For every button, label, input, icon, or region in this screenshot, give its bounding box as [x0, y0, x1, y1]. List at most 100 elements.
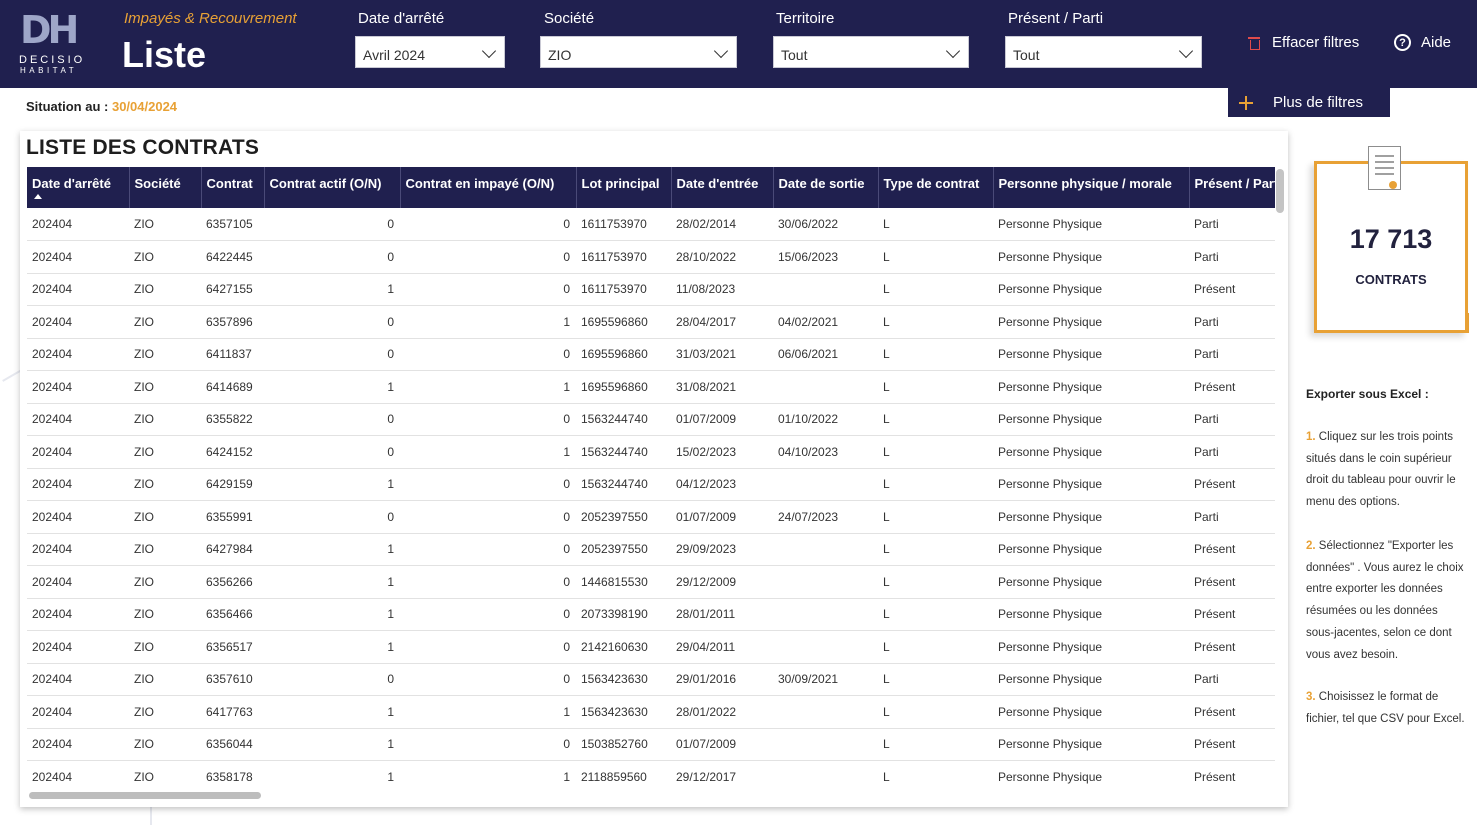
table-scroll-area[interactable]: Date d'arrêté Société Contrat Contrat ac… — [27, 167, 1275, 791]
table-cell: 2142160630 — [576, 630, 671, 664]
column-header-present-parti[interactable]: Présent / Parti — [1189, 167, 1275, 208]
plus-icon — [1239, 95, 1253, 110]
table-cell: L — [878, 663, 993, 696]
step-number: 2. — [1306, 540, 1316, 552]
table-row[interactable]: 202404 ZIO 6427155 1 0 1611753970 11/08/2023 L P… — [27, 273, 1275, 306]
table-cell: 0 — [400, 403, 576, 436]
table-row[interactable]: 202404 ZIO 6427984 1 0 2052397550 29/09/2023 L P… — [27, 533, 1275, 566]
table-cell: 202404 — [27, 305, 129, 339]
table-cell: Personne Physique — [993, 468, 1189, 501]
table-cell: 6422445 — [201, 240, 264, 274]
table-cell: 1563244740 — [576, 403, 671, 436]
table-cell: 28/10/2022 — [671, 240, 773, 274]
table-cell — [773, 565, 878, 599]
column-header-date-entree[interactable]: Date d'entrée — [671, 167, 774, 208]
table-cell: ZIO — [129, 565, 201, 599]
table-cell: L — [878, 240, 993, 274]
vertical-scrollbar[interactable] — [1276, 169, 1284, 213]
help-button[interactable]: ? Aide — [1394, 34, 1451, 51]
page-title: Liste — [122, 34, 207, 75]
table-row[interactable]: 202404 ZIO 6357610 0 0 1563423630 29/01/2016 30… — [27, 663, 1275, 696]
table-cell: L — [878, 533, 993, 566]
column-header-contrat[interactable]: Contrat — [201, 167, 265, 208]
table-cell: Personne Physique — [993, 500, 1189, 534]
horizontal-scrollbar[interactable] — [29, 792, 261, 799]
territoire-dropdown[interactable]: Tout — [773, 36, 969, 68]
table-cell: Personne Physique — [993, 273, 1189, 306]
column-header-personne[interactable]: Personne physique / morale — [993, 167, 1190, 208]
column-header-lot-principal[interactable]: Lot principal — [576, 167, 672, 208]
column-header-date-arrete[interactable]: Date d'arrêté — [27, 167, 130, 208]
table-row[interactable]: 202404 ZIO 6424152 0 1 1563244740 15/02/2023 04… — [27, 435, 1275, 469]
table-row[interactable]: 202404 ZIO 6356517 1 0 2142160630 29/04/2011 L P… — [27, 630, 1275, 664]
table-cell: 1 — [264, 533, 400, 566]
column-header-societe[interactable]: Société — [129, 167, 202, 208]
table-cell: 202404 — [27, 695, 129, 729]
dropdown-value: ZIO — [548, 47, 572, 63]
table-cell: 31/08/2021 — [671, 370, 773, 404]
date-arrete-dropdown[interactable]: Avril 2024 — [355, 36, 505, 68]
table-cell: 6358178 — [201, 760, 264, 791]
table-cell: 1 — [264, 695, 400, 729]
table-cell: L — [878, 403, 993, 436]
table-cell: L — [878, 598, 993, 631]
table-cell: 28/04/2017 — [671, 305, 773, 339]
table-cell: 0 — [400, 208, 576, 241]
table-cell: Personne Physique — [993, 565, 1189, 599]
table-cell: 202404 — [27, 500, 129, 534]
table-row[interactable]: 202404 ZIO 6355822 0 0 1563244740 01/07/2009 01… — [27, 403, 1275, 436]
more-filters-button[interactable]: Plus de filtres — [1228, 88, 1390, 117]
table-cell: 0 — [264, 338, 400, 371]
chevron-down-icon — [1178, 43, 1194, 59]
dropdown-value: Tout — [781, 47, 808, 63]
table-row[interactable]: 202404 ZIO 6358178 1 1 2118859560 29/12/2017 L P… — [27, 760, 1275, 791]
table-row[interactable]: 202404 ZIO 6355991 0 0 2052397550 01/07/2009 24… — [27, 500, 1275, 534]
table-cell: 1 — [264, 565, 400, 599]
table-cell: 29/12/2017 — [671, 760, 773, 791]
table-cell: Présent — [1189, 598, 1275, 631]
table-cell: Parti — [1189, 305, 1275, 339]
table-row[interactable]: 202404 ZIO 6357105 0 0 1611753970 28/02/2014 30… — [27, 208, 1275, 241]
filter-date-arrete: Date d'arrêté Avril 2024 — [355, 10, 505, 68]
table-cell: Personne Physique — [993, 728, 1189, 761]
table-cell: 1611753970 — [576, 273, 671, 306]
clear-filters-button[interactable]: Effacer filtres — [1248, 34, 1359, 51]
column-header-date-sortie[interactable]: Date de sortie — [773, 167, 879, 208]
table-cell: 24/07/2023 — [773, 500, 878, 534]
table-cell: ZIO — [129, 403, 201, 436]
table-cell: 15/06/2023 — [773, 240, 878, 274]
table-row[interactable]: 202404 ZIO 6414689 1 1 1695596860 31/08/2021 L P… — [27, 370, 1275, 404]
table-cell: 0 — [264, 435, 400, 469]
column-header-contrat-impaye[interactable]: Contrat en impayé (O/N) — [400, 167, 577, 208]
table-cell: 15/02/2023 — [671, 435, 773, 469]
table-row[interactable]: 202404 ZIO 6357896 0 1 1695596860 28/04/2017 04… — [27, 305, 1275, 339]
table-cell: 1611753970 — [576, 240, 671, 274]
present-parti-dropdown[interactable]: Tout — [1005, 36, 1202, 68]
table-row[interactable]: 202404 ZIO 6356266 1 0 1446815530 29/12/2009 L P… — [27, 565, 1275, 599]
table-cell: Personne Physique — [993, 630, 1189, 664]
table-row[interactable]: 202404 ZIO 6429159 1 0 1563244740 04/12/2023 L P… — [27, 468, 1275, 501]
table-cell: 1563244740 — [576, 435, 671, 469]
column-header-type-contrat[interactable]: Type de contrat — [878, 167, 994, 208]
table-cell: 29/09/2023 — [671, 533, 773, 566]
table-row[interactable]: 202404 ZIO 6417763 1 1 1563423630 28/01/2022 L P… — [27, 695, 1275, 729]
table-cell: 1695596860 — [576, 305, 671, 339]
step-number: 1. — [1306, 431, 1316, 443]
table-row[interactable]: 202404 ZIO 6356044 1 0 1503852760 01/07/2009 L P… — [27, 728, 1275, 761]
table-row[interactable]: 202404 ZIO 6411837 0 0 1695596860 31/03/2021 06… — [27, 338, 1275, 371]
table-cell: 6355991 — [201, 500, 264, 534]
table-cell: 202404 — [27, 208, 129, 241]
help-icon: ? — [1394, 34, 1411, 51]
table-cell: 6356044 — [201, 728, 264, 761]
table-cell: 0 — [400, 565, 576, 599]
kpi-value: 17 713 — [1349, 224, 1433, 254]
table-cell: 202404 — [27, 435, 129, 469]
table-cell: L — [878, 760, 993, 791]
table-cell: 1503852760 — [576, 728, 671, 761]
societe-dropdown[interactable]: ZIO — [540, 36, 737, 68]
column-header-contrat-actif[interactable]: Contrat actif (O/N) — [264, 167, 401, 208]
table-cell: 0 — [400, 728, 576, 761]
table-row[interactable]: 202404 ZIO 6422445 0 0 1611753970 28/10/2022 15… — [27, 240, 1275, 274]
table-row[interactable]: 202404 ZIO 6356466 1 0 2073398190 28/01/2011 L P… — [27, 598, 1275, 631]
chevron-down-icon — [481, 43, 497, 59]
